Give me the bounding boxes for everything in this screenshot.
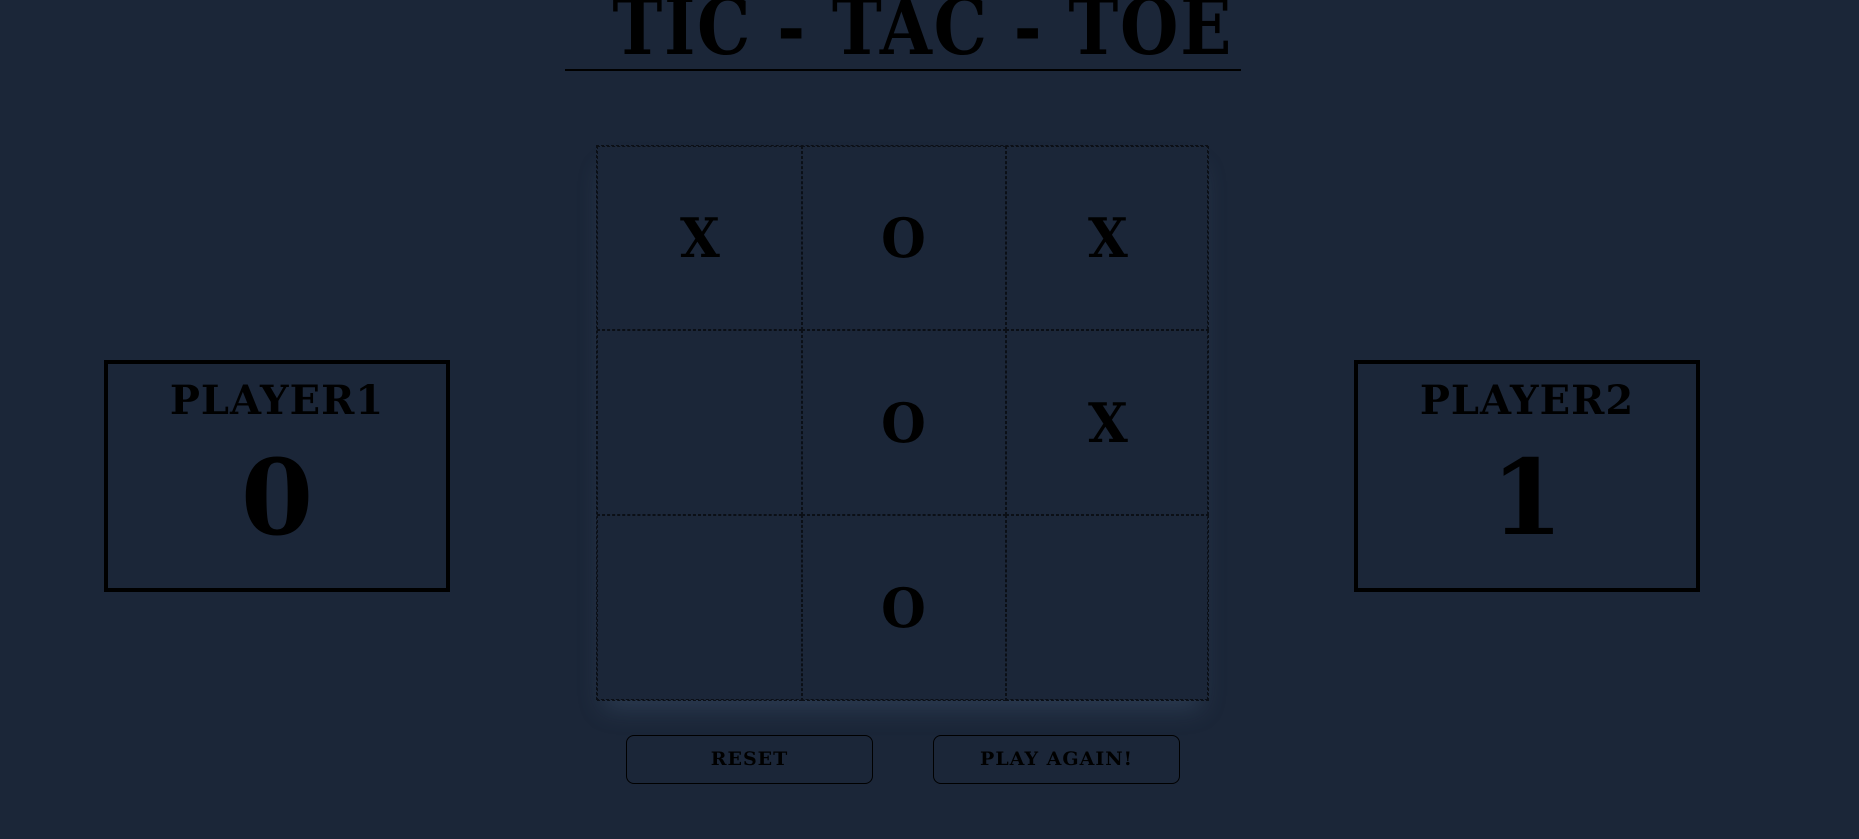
board-cell-3[interactable]: X: [1006, 146, 1209, 330]
player2-name: PLAYER2: [1419, 377, 1635, 424]
play-again-button[interactable]: PLAY AGAIN!: [933, 735, 1180, 784]
board-cell-1[interactable]: X: [597, 146, 802, 330]
cell-mark: O: [881, 576, 927, 640]
player2-score: 1: [1490, 436, 1564, 559]
player2-score-panel: PLAYER2 1: [1354, 360, 1700, 592]
page-title: TIC - TAC - TOE: [612, 0, 1234, 73]
board-cell-5[interactable]: O: [802, 330, 1006, 515]
player1-name: PLAYER1: [169, 377, 385, 424]
board-cell-8[interactable]: O: [802, 515, 1006, 701]
board-cell-9[interactable]: [1006, 515, 1209, 701]
board-cell-2[interactable]: O: [802, 146, 1006, 330]
board-cell-7[interactable]: [597, 515, 802, 701]
board-cell-4[interactable]: [597, 330, 802, 515]
cell-mark: O: [881, 390, 927, 455]
game-board: X O X O X O: [596, 145, 1209, 701]
title-underline: [565, 69, 1241, 71]
cell-mark: X: [679, 206, 720, 270]
cell-mark: X: [1087, 206, 1128, 270]
board-cell-6[interactable]: X: [1006, 330, 1209, 515]
cell-mark: X: [1087, 390, 1128, 455]
cell-mark: O: [881, 206, 927, 270]
reset-button[interactable]: RESET: [626, 735, 873, 784]
player1-score-panel: PLAYER1 0: [104, 360, 450, 592]
player1-score: 0: [240, 436, 314, 559]
